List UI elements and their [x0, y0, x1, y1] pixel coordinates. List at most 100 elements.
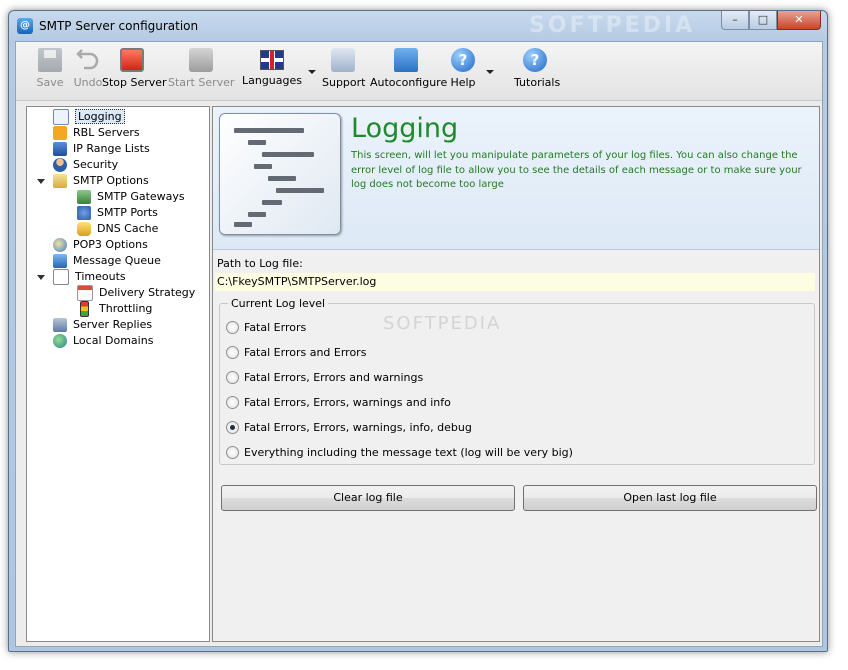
- tree-item-dns-cache[interactable]: DNS Cache: [77, 221, 158, 237]
- expand-timeouts-icon[interactable]: [37, 275, 45, 280]
- tree-item-label: Server Replies: [73, 318, 153, 331]
- radio-circle: [226, 345, 239, 359]
- logging-icon: [53, 109, 69, 125]
- log-level-radio-everything[interactable]: Everything including the message text (l…: [226, 445, 573, 461]
- languages-button[interactable]: Languages: [240, 46, 304, 96]
- log-file-illustration-icon: [219, 113, 341, 235]
- tree-item-logging[interactable]: Logging: [53, 109, 125, 125]
- help-dropdown-arrow-icon[interactable]: [486, 70, 494, 74]
- radio-label: Everything including the message text (l…: [244, 446, 573, 459]
- tree-item-rbl-servers[interactable]: RBL Servers: [53, 125, 140, 141]
- tree-item-label: Security: [73, 158, 119, 171]
- tree-item-local-domains[interactable]: Local Domains: [53, 333, 153, 349]
- log-level-radio-warnings[interactable]: Fatal Errors, Errors and warnings: [226, 370, 423, 386]
- clear-log-button[interactable]: Clear log file: [221, 485, 515, 511]
- tree-item-label: Timeouts: [75, 270, 126, 283]
- page-description: This screen, will let you manipulate par…: [351, 150, 802, 190]
- calendar-icon: [77, 285, 93, 301]
- title-bar[interactable]: @ SMTP Server configuration SOFTPEDIA – …: [9, 11, 827, 41]
- client-area: Save Undo Stop Server Start Server Langu…: [15, 41, 823, 647]
- log-path-input[interactable]: C:\FkeySMTP\SMTPServer.log: [215, 273, 815, 291]
- log-level-radio-info[interactable]: Fatal Errors, Errors, warnings and info: [226, 395, 451, 411]
- tree-item-security[interactable]: Security: [53, 157, 118, 173]
- app-icon[interactable]: @: [17, 18, 33, 34]
- tree-item-smtp-options[interactable]: SMTP Options: [53, 173, 149, 189]
- security-icon: [53, 158, 67, 172]
- page-title: Logging: [351, 113, 459, 144]
- tree-item-label: Message Queue: [73, 254, 161, 267]
- tree-item-delivery-strategy[interactable]: Delivery Strategy: [77, 285, 195, 301]
- radio-circle-selected: [226, 420, 239, 434]
- tree-item-label: IP Range Lists: [73, 142, 150, 155]
- stop-icon: [120, 48, 144, 72]
- support-label: Support: [322, 76, 366, 89]
- close-button[interactable]: ✕: [777, 11, 821, 30]
- start-server-button[interactable]: Start Server: [168, 46, 234, 96]
- timeouts-icon: [53, 269, 69, 285]
- softpedia-watermark-center: SOFTPEDIA: [383, 313, 502, 334]
- tree-item-message-queue[interactable]: Message Queue: [53, 253, 161, 269]
- log-level-group: Current Log level Fatal Errors Fatal Err…: [219, 297, 815, 465]
- panel-header: Logging This screen, will let you manipu…: [213, 107, 819, 250]
- start-server-icon: [189, 48, 213, 72]
- tree-item-label: POP3 Options: [73, 238, 148, 251]
- tutorials-button[interactable]: ? Tutorials: [514, 46, 560, 96]
- uk-flag-icon: [260, 50, 284, 70]
- languages-dropdown-arrow-icon[interactable]: [308, 70, 316, 74]
- radio-label: Fatal Errors, Errors, warnings, info, de…: [244, 421, 472, 434]
- radio-circle: [226, 445, 239, 459]
- pop3-icon: [53, 238, 67, 252]
- tree-item-smtp-gateways[interactable]: SMTP Gateways: [77, 189, 185, 205]
- tutorials-icon: ?: [523, 48, 547, 72]
- tree-item-server-replies[interactable]: Server Replies: [53, 317, 152, 333]
- log-level-radio-debug[interactable]: Fatal Errors, Errors, warnings, info, de…: [226, 420, 472, 436]
- log-level-radio-fatal[interactable]: Fatal Errors: [226, 320, 306, 336]
- tree-item-throttling[interactable]: Throttling: [77, 301, 152, 317]
- caption-buttons: – □ ✕: [721, 11, 821, 31]
- stop-server-button[interactable]: Stop Server: [102, 46, 167, 96]
- tree-item-label: RBL Servers: [73, 126, 140, 139]
- tree-item-label: SMTP Gateways: [97, 190, 185, 203]
- help-button[interactable]: ? Help: [450, 46, 476, 96]
- radio-label: Fatal Errors and Errors: [244, 346, 367, 359]
- autoconfigure-button[interactable]: Autoconfigure: [370, 46, 447, 96]
- tree-item-label: SMTP Options: [73, 174, 149, 187]
- support-button[interactable]: Support: [322, 46, 366, 96]
- expand-smtp-options-icon[interactable]: [37, 179, 45, 184]
- save-label: Save: [36, 76, 64, 89]
- minimize-button[interactable]: –: [721, 11, 749, 30]
- softpedia-watermark: SOFTPEDIA: [529, 13, 696, 38]
- toolbar: Save Undo Stop Server Start Server Langu…: [16, 42, 822, 101]
- server-replies-icon: [53, 318, 67, 332]
- smtp-options-icon: [53, 174, 67, 188]
- tree-item-label: Delivery Strategy: [99, 286, 196, 299]
- help-label: Help: [450, 76, 476, 89]
- radio-label: Fatal Errors, Errors, warnings and info: [244, 396, 451, 409]
- radio-circle: [226, 320, 239, 334]
- tree-item-label: DNS Cache: [97, 222, 159, 235]
- stop-server-label: Stop Server: [102, 76, 167, 89]
- start-server-label: Start Server: [168, 76, 235, 89]
- tree-item-timeouts[interactable]: Timeouts: [53, 269, 126, 285]
- help-icon: ?: [451, 48, 475, 72]
- autoconfigure-icon: [394, 48, 418, 72]
- tree-item-ip-range-lists[interactable]: IP Range Lists: [53, 141, 150, 157]
- save-icon: [38, 48, 62, 72]
- main-window: @ SMTP Server configuration SOFTPEDIA – …: [8, 10, 828, 652]
- settings-tree[interactable]: Logging RBL Servers IP Range Lists Secur…: [26, 106, 210, 642]
- log-path-label: Path to Log file:: [217, 257, 303, 270]
- tree-item-label: Logging: [75, 109, 125, 124]
- log-level-radio-errors[interactable]: Fatal Errors and Errors: [226, 345, 366, 361]
- support-icon: [331, 48, 355, 72]
- log-level-group-label: Current Log level: [228, 297, 329, 310]
- maximize-button[interactable]: □: [749, 11, 777, 30]
- tree-item-smtp-ports[interactable]: SMTP Ports: [77, 205, 158, 221]
- rbl-icon: [53, 126, 67, 140]
- logging-panel: Logging This screen, will let you manipu…: [212, 106, 820, 642]
- open-last-log-button[interactable]: Open last log file: [523, 485, 817, 511]
- local-domains-icon: [53, 334, 67, 348]
- tree-item-pop3-options[interactable]: POP3 Options: [53, 237, 148, 253]
- languages-label: Languages: [241, 74, 303, 87]
- gateways-icon: [77, 190, 91, 204]
- save-button[interactable]: Save: [30, 46, 70, 96]
